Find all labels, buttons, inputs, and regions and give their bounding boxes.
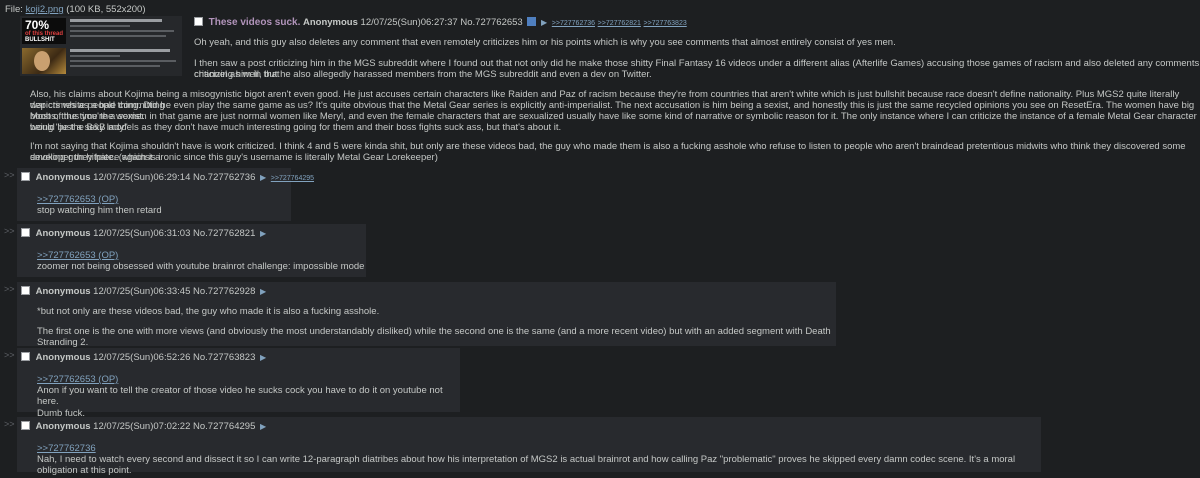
post-menu-arrow-icon[interactable]: ▶ (260, 173, 266, 182)
reply-poster-name: Anonymous (35, 352, 91, 363)
reply-post: Anonymous 12/07/25(Sun)06:31:03 No.72776… (17, 224, 366, 277)
reply-post-number[interactable]: No.727762821 (193, 228, 255, 239)
op-paragraph: would be the B&B models as they don't ha… (30, 122, 562, 133)
reply-checkbox[interactable] (21, 286, 30, 295)
reply-post-number[interactable]: No.727764295 (193, 421, 255, 432)
thumbnail-text-lines-2 (70, 49, 178, 70)
post-menu-arrow-icon[interactable]: ▶ (260, 287, 266, 296)
reply-quote-link[interactable]: >>727762653 (OP) (37, 194, 162, 205)
op-datetime: 12/07/25(Sun)06:27:37 (360, 17, 458, 28)
reply-checkbox[interactable] (21, 421, 30, 430)
reply-post-number[interactable]: No.727762736 (193, 172, 255, 183)
op-paragraph: channel as well, but he also allegedly h… (194, 69, 652, 80)
file-link[interactable]: koji2.png (26, 4, 64, 15)
reply-marker: >> (4, 170, 15, 180)
reply-post-number[interactable]: No.727763823 (193, 352, 255, 363)
reply-marker: >> (4, 419, 15, 429)
reply-header: Anonymous 12/07/25(Sun)06:33:45 No.72776… (21, 286, 268, 297)
reply-text-line: *but not only are these videos bad, the … (37, 306, 380, 317)
op-post-header: These videos suck. Anonymous 12/07/25(Su… (194, 17, 687, 29)
thumbnail-image-1: 70% of this thread BULLSHIT (22, 18, 66, 44)
reply-marker: >> (4, 284, 15, 294)
op-poster-name: Anonymous (303, 17, 358, 28)
reply-post-number[interactable]: No.727762928 (193, 286, 255, 297)
reply-quote-link[interactable]: >>727762653 (OP) (37, 250, 364, 261)
reply-text-line: Anon if you want to tell the creator of … (37, 385, 443, 408)
reply-text-line: The first one is the one with more views… (37, 326, 831, 349)
op-thumbnail[interactable]: 70% of this thread BULLSHIT (20, 16, 182, 76)
reply-poster-name: Anonymous (35, 228, 91, 239)
file-info: File: koji2.png (100 KB, 552x200) (5, 4, 146, 15)
op-post-number[interactable]: No.727762653 (460, 17, 522, 28)
thumbnail-bottom-text: BULLSHIT (25, 37, 55, 43)
reply-header: Anonymous 12/07/25(Sun)06:31:03 No.72776… (21, 228, 268, 239)
reply-marker: >> (4, 226, 15, 236)
post-menu-arrow-icon[interactable]: ▶ (260, 229, 266, 238)
reply-post: Anonymous 12/07/25(Sun)06:29:14 No.72776… (17, 168, 314, 221)
reply-checkbox[interactable] (21, 228, 30, 237)
reply-datetime: 12/07/25(Sun)06:31:03 (93, 228, 191, 239)
reply-post: Anonymous 12/07/25(Sun)06:52:26 No.72776… (17, 348, 460, 419)
reply-poster-name: Anonymous (35, 286, 91, 297)
post-menu-arrow-icon[interactable]: ▶ (541, 18, 547, 27)
reply-body: >>727762653 (OP) stop watching him then … (37, 194, 162, 216)
file-meta: (100 KB, 552x200) (66, 4, 146, 15)
op-backlink[interactable]: >>727762736 (552, 20, 595, 27)
op-checkbox[interactable] (194, 17, 203, 26)
post-menu-arrow-icon[interactable]: ▶ (260, 353, 266, 362)
post-menu-arrow-icon[interactable]: ▶ (260, 422, 266, 431)
reply-datetime: 12/07/25(Sun)06:29:14 (93, 172, 191, 183)
reply-body: >>727762653 (OP) Anon if you want to tel… (37, 374, 460, 419)
thumbnail-row-2 (20, 46, 182, 76)
reply-checkbox[interactable] (21, 172, 30, 181)
op-paragraph: Oh yeah, and this guy also deletes any c… (194, 37, 896, 48)
thumbnail-image-2 (22, 48, 66, 74)
reply-datetime: 12/07/25(Sun)06:33:45 (93, 286, 191, 297)
reply-body: >>727762653 (OP) zoomer not being obsess… (37, 250, 364, 272)
file-label: File: (5, 4, 23, 15)
reply-post: Anonymous 12/07/25(Sun)07:02:22 No.72776… (17, 417, 1041, 476)
reply-poster-name: Anonymous (35, 172, 91, 183)
reply-body: >>727762736 Nah, I need to watch every s… (37, 443, 1041, 477)
thumbnail-row-1: 70% of this thread BULLSHIT (20, 16, 182, 46)
reply-marker: >> (4, 350, 15, 360)
reply-poster-name: Anonymous (35, 421, 91, 432)
reply-text-line: Nah, I need to watch every second and di… (37, 454, 1016, 477)
reply-header: Anonymous 12/07/25(Sun)06:29:14 No.72776… (21, 172, 314, 183)
op-backlink[interactable]: >>727763823 (644, 20, 687, 27)
reply-post: Anonymous 12/07/25(Sun)06:33:45 No.72776… (17, 282, 836, 349)
reply-datetime: 12/07/25(Sun)06:52:26 (93, 352, 191, 363)
op-subject: These videos suck. (208, 17, 301, 28)
reply-body: *but not only are these videos bad, the … (37, 306, 836, 349)
reply-text-line: zoomer not being obsessed with youtube b… (37, 261, 365, 273)
image-search-icon[interactable] (527, 17, 537, 26)
reply-backlink[interactable]: >>727764295 (271, 175, 314, 182)
op-backlink[interactable]: >>727762821 (598, 20, 641, 27)
reply-quote-link[interactable]: >>727762653 (OP) (37, 374, 460, 385)
reply-header: Anonymous 12/07/25(Sun)06:52:26 No.72776… (21, 352, 268, 363)
op-paragraph: developer they hate. (which is ironic si… (30, 152, 438, 163)
reply-datetime: 12/07/25(Sun)07:02:22 (93, 421, 191, 432)
reply-header: Anonymous 12/07/25(Sun)07:02:22 No.72776… (21, 421, 268, 432)
reply-quote-link[interactable]: >>727762736 (37, 443, 1041, 454)
thumbnail-text-lines-1 (70, 19, 178, 40)
reply-text-line: stop watching him then retard (37, 205, 162, 217)
reply-checkbox[interactable] (21, 352, 30, 361)
